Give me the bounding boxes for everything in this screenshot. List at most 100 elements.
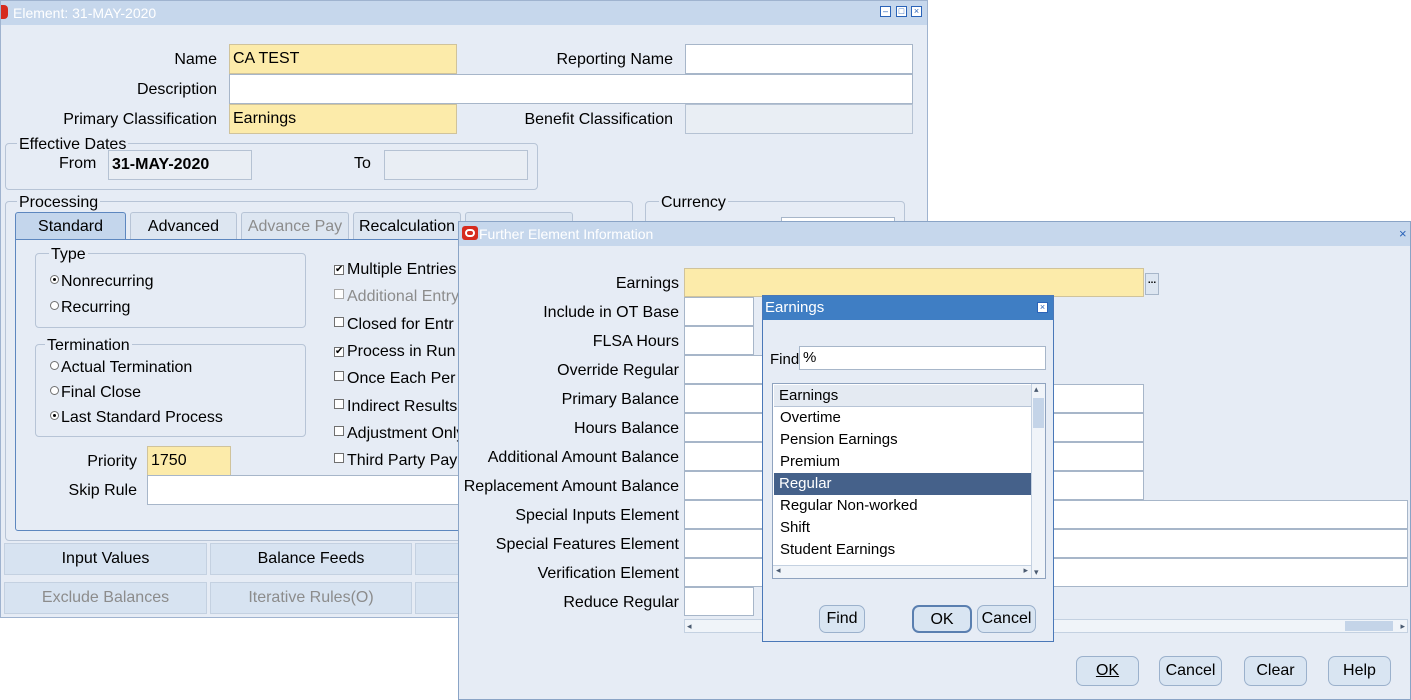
scroll-thumb[interactable] [1345, 621, 1393, 631]
list-item-selected[interactable]: Regular [774, 473, 1031, 495]
hours-balance-label: Hours Balance [574, 420, 679, 437]
checkbox-once-each-period[interactable]: Once Each Per [334, 370, 456, 388]
reduce-regular-label: Reduce Regular [563, 594, 679, 611]
to-date-field[interactable] [384, 150, 528, 180]
checkbox-adjustment-only[interactable]: Adjustment Only [334, 425, 464, 443]
special-inputs-element-label: Special Inputs Element [515, 507, 679, 524]
lov-ok-button[interactable]: OK [912, 605, 972, 633]
find-input[interactable]: % [799, 346, 1046, 370]
further-element-title: Further Element Information [479, 226, 654, 242]
radio-nonrecurring-icon [50, 275, 59, 284]
tab-advance-pay[interactable]: Advance Pay [241, 212, 349, 240]
vertical-scrollbar[interactable]: ▴ ▾ [1031, 384, 1045, 578]
balance-feeds-button[interactable]: Balance Feeds [210, 543, 412, 575]
radio-nonrecurring[interactable]: Nonrecurring [50, 273, 153, 291]
earnings-lov-dialog: Earnings × Find % Earnings Overtime Pens… [762, 295, 1054, 642]
checkbox-process-in-run[interactable]: ✔ Process in Run [334, 343, 456, 361]
include-ot-base-field[interactable] [684, 297, 754, 326]
list-item[interactable]: Student Earnings [775, 539, 1031, 561]
further-element-titlebar[interactable]: Further Element Information [459, 222, 1410, 246]
from-date-field[interactable]: 31-MAY-2020 [108, 150, 252, 180]
reporting-name-field[interactable] [685, 44, 913, 74]
checkbox-unchecked-icon [334, 426, 344, 436]
benefit-classification-label: Benefit Classification [524, 111, 673, 128]
ok-button[interactable]: OK [1076, 656, 1139, 686]
include-ot-base-label: Include in OT Base [543, 304, 679, 321]
lov-titlebar[interactable]: Earnings [763, 296, 1053, 320]
list-item[interactable]: Premium [775, 451, 1031, 473]
earnings-field[interactable] [684, 268, 1144, 297]
tab-standard[interactable]: Standard [15, 212, 126, 240]
scroll-right-icon[interactable]: ▸ [1400, 620, 1405, 632]
scroll-right-icon[interactable]: ▸ [1023, 565, 1028, 576]
checkbox-unchecked-icon [334, 453, 344, 463]
iterative-rules-button[interactable]: Iterative Rules(O) [210, 582, 412, 614]
lov-button[interactable]: ... [1145, 273, 1159, 295]
priority-label: Priority [87, 453, 137, 470]
tab-advanced[interactable]: Advanced [130, 212, 237, 240]
checkbox-unchecked-icon [334, 371, 344, 381]
primary-balance-label: Primary Balance [561, 391, 679, 408]
radio-last-standard-process-icon [50, 411, 59, 420]
override-regular-label: Override Regular [557, 362, 679, 379]
checkbox-unchecked-icon [334, 289, 344, 299]
radio-final-close-label: Final Close [61, 384, 142, 401]
checkbox-additional-entry[interactable]: Additional Entry [334, 288, 459, 306]
name-field[interactable]: CA TEST [229, 44, 457, 74]
radio-recurring-label: Recurring [61, 299, 131, 316]
checkbox-multiple-entries[interactable]: ✔ Multiple Entries [334, 261, 456, 279]
radio-last-standard-process[interactable]: Last Standard Process [50, 409, 223, 427]
radio-actual-termination-icon [50, 361, 59, 370]
clear-button[interactable]: Clear [1244, 656, 1307, 686]
checkbox-label: Adjustment Only [347, 425, 465, 442]
list-item[interactable]: Overtime [775, 407, 1031, 429]
benefit-classification-field[interactable] [685, 104, 913, 134]
list-item[interactable]: Pension Earnings [775, 429, 1031, 451]
checkbox-label: Closed for Entr [347, 316, 454, 333]
list-item[interactable]: Regular Non-worked [775, 495, 1031, 517]
scroll-down-icon[interactable]: ▾ [1034, 567, 1039, 578]
to-label: To [354, 155, 371, 172]
scroll-left-icon[interactable]: ◂ [687, 620, 692, 632]
scroll-left-icon[interactable]: ◂ [776, 565, 781, 576]
close-icon[interactable]: × [911, 6, 922, 17]
radio-recurring[interactable]: Recurring [50, 299, 130, 317]
maximize-icon[interactable]: □ [896, 6, 907, 17]
checkbox-label: Additional Entry [347, 288, 460, 305]
list-header[interactable]: Earnings [774, 385, 1031, 407]
radio-actual-termination[interactable]: Actual Termination [50, 359, 192, 377]
checkbox-indirect-results[interactable]: Indirect Results [334, 398, 457, 416]
oracle-logo-icon [1, 5, 8, 19]
primary-classification-field[interactable]: Earnings [229, 104, 457, 134]
close-icon[interactable]: × [1399, 226, 1407, 241]
override-regular-field[interactable] [684, 355, 764, 384]
checkbox-label: Multiple Entries [347, 261, 457, 278]
input-values-button[interactable]: Input Values [4, 543, 207, 575]
description-field[interactable] [229, 74, 913, 104]
name-label: Name [174, 51, 217, 68]
checkbox-third-party-pay[interactable]: Third Party Pay [334, 452, 457, 470]
radio-final-close[interactable]: Final Close [50, 384, 141, 402]
lov-list: Earnings Overtime Pension Earnings Premi… [772, 383, 1046, 579]
scroll-thumb[interactable] [1033, 398, 1044, 428]
horizontal-scrollbar[interactable]: ◂ ▸ [773, 565, 1031, 578]
lov-find-button[interactable]: Find [819, 605, 865, 633]
cancel-button[interactable]: Cancel [1159, 656, 1222, 686]
reduce-regular-field[interactable] [684, 587, 754, 616]
skip-rule-label: Skip Rule [68, 482, 137, 499]
lov-cancel-button[interactable]: Cancel [977, 605, 1036, 633]
close-icon[interactable]: × [1037, 302, 1048, 313]
list-item[interactable]: Shift [775, 517, 1031, 539]
checkbox-closed-for-entry[interactable]: Closed for Entr [334, 316, 454, 334]
scroll-up-icon[interactable]: ▴ [1034, 384, 1039, 395]
help-button[interactable]: Help [1328, 656, 1391, 686]
find-label: Find [770, 351, 800, 368]
minimize-icon[interactable]: – [880, 6, 891, 17]
flsa-hours-field[interactable] [684, 326, 754, 355]
checkbox-label: Process in Run [347, 343, 456, 360]
element-window-titlebar[interactable]: Element: 31-MAY-2020 [1, 1, 927, 25]
exclude-balances-button[interactable]: Exclude Balances [4, 582, 207, 614]
skip-rule-field[interactable] [147, 475, 467, 505]
tab-recalculation[interactable]: Recalculation [353, 212, 461, 240]
priority-field[interactable]: 1750 [147, 446, 231, 476]
